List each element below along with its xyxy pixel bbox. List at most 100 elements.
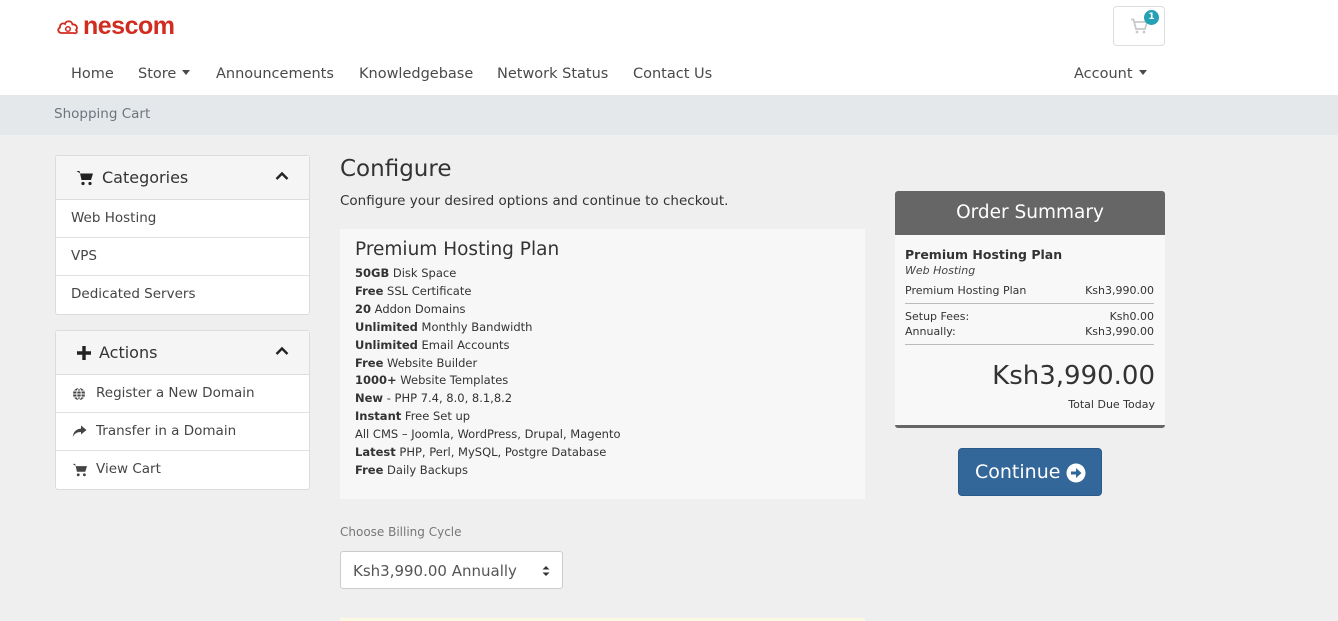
feature-highlight: 1000+ bbox=[355, 373, 397, 388]
category-label: Dedicated Servers bbox=[71, 286, 196, 302]
feature-item: Unlimited Email Accounts bbox=[355, 337, 620, 355]
chevron-up-icon[interactable] bbox=[275, 171, 289, 181]
summary-product-group: Web Hosting bbox=[905, 264, 976, 277]
shopping-cart-icon bbox=[76, 171, 93, 186]
feature-text: Free Set up bbox=[401, 409, 471, 424]
feature-text: Disk Space bbox=[389, 266, 457, 280]
chevron-up-icon[interactable] bbox=[275, 346, 289, 356]
category-label: Web Hosting bbox=[71, 210, 157, 226]
billing-cycle-label: Choose Billing Cycle bbox=[340, 525, 462, 539]
feature-item: All CMS – Joomla, WordPress, Drupal, Mag… bbox=[355, 426, 620, 444]
feature-highlight: Free bbox=[355, 462, 384, 477]
feature-item: Instant Free Set up bbox=[355, 408, 620, 426]
action-register-domain[interactable]: Register a New Domain bbox=[56, 375, 309, 413]
product-info-box: Premium Hosting Plan 50GB Disk Space Free… bbox=[340, 229, 865, 499]
setup-fees-value: Ksh0.00 bbox=[1109, 310, 1154, 323]
header: nescom 1 Home Store Announcements Knowle… bbox=[0, 0, 1338, 95]
feature-text: Website Builder bbox=[383, 355, 478, 370]
page-subtitle: Configure your desired options and conti… bbox=[340, 193, 729, 209]
summary-line-value: Ksh3,990.00 bbox=[1085, 284, 1154, 297]
category-dedicated-servers[interactable]: Dedicated Servers bbox=[56, 276, 309, 314]
category-vps[interactable]: VPS bbox=[56, 238, 309, 276]
action-label: Register a New Domain bbox=[96, 385, 255, 401]
feature-item: Free Website Builder bbox=[355, 355, 620, 373]
product-name: Premium Hosting Plan bbox=[355, 239, 560, 260]
divider bbox=[905, 303, 1154, 304]
nav-knowledgebase[interactable]: Knowledgebase bbox=[359, 66, 473, 82]
category-web-hosting[interactable]: Web Hosting bbox=[56, 200, 309, 238]
feature-item: 50GB Disk Space bbox=[355, 265, 620, 283]
feature-text: Website Templates bbox=[396, 373, 509, 388]
feature-text: SSL Certificate bbox=[383, 283, 472, 298]
feature-text: - PHP 7.4, 8.0, 8.1,8.2 bbox=[383, 391, 513, 406]
annual-label: Annually: bbox=[905, 325, 956, 338]
arrow-circle-right-icon bbox=[1066, 463, 1086, 483]
nav-account[interactable]: Account bbox=[1074, 66, 1147, 82]
category-label: VPS bbox=[71, 248, 97, 264]
share-arrow-icon bbox=[72, 425, 87, 437]
shopping-cart-icon bbox=[72, 463, 87, 477]
summary-line-label: Premium Hosting Plan bbox=[905, 284, 1027, 297]
annual-value: Ksh3,990.00 bbox=[1085, 325, 1154, 338]
feature-highlight: 50GB bbox=[355, 266, 390, 280]
page-title: Configure bbox=[340, 156, 452, 182]
cloud-logo-icon bbox=[57, 19, 78, 34]
globe-icon bbox=[73, 387, 85, 401]
feature-highlight: Free bbox=[355, 283, 384, 298]
feature-highlight: Latest bbox=[355, 445, 396, 460]
main-nav: Home Store Announcements Knowledgebase N… bbox=[0, 66, 1338, 86]
brand-name: nescom bbox=[83, 12, 175, 40]
order-summary: Order Summary Premium Hosting Plan Web H… bbox=[895, 191, 1165, 428]
feature-item: Free SSL Certificate bbox=[355, 283, 620, 301]
summary-setup-fees: Setup Fees: Ksh0.00 bbox=[905, 310, 1154, 323]
categories-panel-header[interactable]: Categories bbox=[56, 156, 309, 200]
categories-title: Categories bbox=[102, 168, 189, 187]
feature-item: 1000+ Website Templates bbox=[355, 372, 620, 390]
nav-store[interactable]: Store bbox=[138, 66, 191, 82]
feature-text: PHP, Perl, MySQL, Postgre Database bbox=[395, 445, 607, 460]
continue-label: Continue bbox=[975, 461, 1061, 483]
feature-text: All CMS – Joomla, WordPress, Drupal, Mag… bbox=[355, 427, 621, 442]
caret-down-icon bbox=[182, 70, 191, 75]
action-view-cart[interactable]: View Cart bbox=[56, 451, 309, 489]
feature-highlight: Instant bbox=[355, 409, 402, 424]
divider bbox=[905, 344, 1154, 345]
total-due-amount: Ksh3,990.00 bbox=[992, 361, 1155, 391]
nav-store-label: Store bbox=[138, 66, 177, 82]
feature-text: Daily Backups bbox=[383, 462, 468, 477]
feature-list: 50GB Disk Space Free SSL Certificate 20 Ad… bbox=[355, 265, 620, 480]
cart-button[interactable]: 1 bbox=[1113, 6, 1165, 46]
nav-home[interactable]: Home bbox=[71, 66, 114, 82]
feature-text: Monthly Bandwidth bbox=[417, 319, 533, 334]
breadcrumb: Shopping Cart bbox=[54, 106, 151, 122]
action-label: Transfer in a Domain bbox=[96, 423, 237, 439]
order-summary-body: Premium Hosting Plan Web Hosting Premium… bbox=[905, 247, 1154, 345]
action-transfer-domain[interactable]: Transfer in a Domain bbox=[56, 413, 309, 451]
feature-item: Unlimited Monthly Bandwidth bbox=[355, 319, 620, 337]
brand-logo[interactable]: nescom bbox=[56, 12, 175, 41]
order-summary-title: Order Summary bbox=[895, 191, 1165, 235]
breadcrumb-bar: Shopping Cart bbox=[0, 95, 1338, 135]
feature-highlight: Free bbox=[355, 355, 384, 370]
feature-highlight: Unlimited bbox=[355, 319, 418, 334]
nav-network-status[interactable]: Network Status bbox=[497, 66, 608, 82]
feature-text: Addon Domains bbox=[371, 301, 466, 316]
actions-panel-header[interactable]: Actions bbox=[56, 331, 309, 375]
cart-count-badge: 1 bbox=[1144, 10, 1159, 25]
nav-announcements[interactable]: Announcements bbox=[216, 66, 334, 82]
billing-cycle-value: Ksh3,990.00 Annually bbox=[353, 562, 517, 580]
action-label: View Cart bbox=[96, 461, 161, 477]
select-arrows-icon bbox=[542, 566, 550, 576]
actions-panel: Actions Register a New Domain Transfer i… bbox=[55, 330, 310, 490]
nav-contact-us[interactable]: Contact Us bbox=[633, 66, 712, 82]
setup-fees-label: Setup Fees: bbox=[905, 310, 970, 323]
feature-highlight: New bbox=[355, 391, 384, 406]
caret-down-icon bbox=[1138, 70, 1147, 75]
categories-panel: Categories Web Hosting VPS Dedicated Ser… bbox=[55, 155, 310, 315]
billing-cycle-select[interactable]: Ksh3,990.00 Annually bbox=[340, 551, 563, 589]
feature-item: New - PHP 7.4, 8.0, 8.1,8.2 bbox=[355, 390, 620, 408]
feature-highlight: 20 bbox=[355, 301, 372, 316]
continue-button[interactable]: Continue bbox=[958, 448, 1102, 496]
feature-item: 20 Addon Domains bbox=[355, 301, 620, 319]
summary-product-name: Premium Hosting Plan bbox=[905, 247, 1063, 262]
